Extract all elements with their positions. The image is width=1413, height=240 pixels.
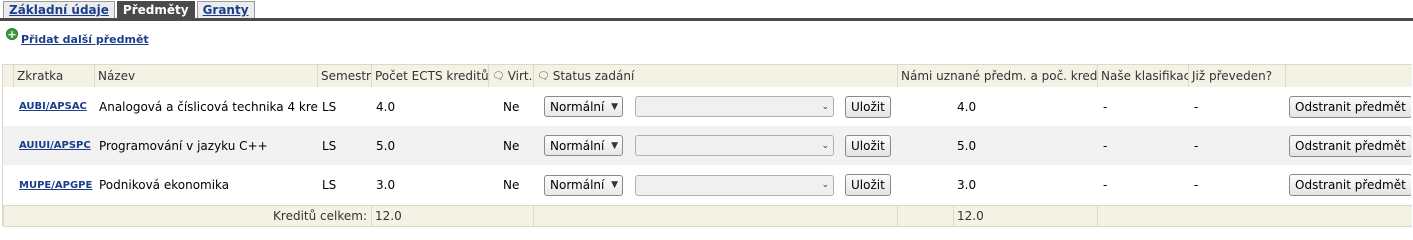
comment-icon: 🗨 [492, 70, 505, 82]
header-preveden: Již převeden? [1188, 65, 1285, 87]
header-klasifikace: Naše klasifikace [1097, 65, 1188, 87]
header-uznane: Námi uznané předm. a poč. kreditů [897, 65, 1097, 87]
chevron-down-icon: ⌄ [821, 140, 829, 151]
footer-recognized-total: 12.0 [953, 206, 1097, 226]
header-nazev: Název [94, 65, 317, 87]
transferred-status: - [1194, 99, 1199, 114]
subject-semester: LS [322, 99, 337, 114]
table-footer: Kreditů celkem: 12.0 12.0 [3, 205, 1412, 227]
status-detail-select[interactable]: ⌄ [635, 174, 834, 196]
chevron-down-icon: ▼ [611, 180, 618, 190]
subject-semester: LS [322, 138, 337, 153]
status-select[interactable]: Normální ▼ [544, 96, 623, 117]
status-select[interactable]: Normální ▼ [544, 135, 623, 156]
transferred-status: - [1194, 178, 1199, 192]
chevron-down-icon: ▼ [611, 101, 618, 112]
save-button[interactable]: Uložit [845, 174, 891, 196]
subject-name: Programování v jazyku C++ [99, 138, 268, 153]
save-button[interactable]: Uložit [845, 134, 891, 157]
tab-underline [0, 18, 1413, 21]
subject-semester: LS [322, 178, 337, 192]
transferred-status: - [1194, 138, 1199, 153]
comment-icon: 🗨 [537, 70, 550, 82]
status-select[interactable]: Normální ▼ [544, 174, 623, 196]
subject-code-link[interactable]: MUPE/APGPE [19, 180, 92, 191]
add-subject-label[interactable]: Přidat další předmět [21, 27, 149, 46]
save-button[interactable]: Uložit [845, 95, 891, 118]
subject-code-link[interactable]: AUIUI/APSPC [19, 140, 91, 151]
add-subject-link[interactable]: + Přidat další předmět [6, 27, 149, 46]
plus-circle-icon: + [6, 28, 18, 41]
remove-subject-button[interactable]: Odstranit předmět [1289, 95, 1411, 118]
tab-bar: Základní údaje Předměty Granty [3, 1, 257, 19]
chevron-down-icon: ▼ [611, 140, 618, 151]
table-row: AUBI/APSAC Analogová a číslicová technik… [3, 87, 1412, 126]
table-row: MUPE/APGPE Podniková ekonomika LS 3.0 Ne… [3, 165, 1412, 205]
tab-zakladni-udaje[interactable]: Základní údaje [3, 1, 115, 18]
tab-granty[interactable]: Granty [196, 1, 255, 18]
subject-virtual: Ne [503, 178, 520, 192]
classification: - [1103, 99, 1108, 114]
tab-predmety[interactable]: Předměty [116, 1, 195, 18]
subject-name: Analogová a číslicová technika 4 kredity [99, 99, 318, 114]
recognized-credits: 5.0 [957, 138, 977, 153]
header-actions [1285, 65, 1412, 87]
subject-virtual: Ne [503, 138, 520, 153]
classification: - [1103, 178, 1108, 192]
chevron-down-icon: ⌄ [821, 101, 829, 112]
status-detail-select[interactable]: ⌄ [635, 96, 834, 117]
subjects-table: Zkratka Název Semestr Počet ECTS kreditů… [2, 64, 1412, 227]
status-detail-select[interactable]: ⌄ [635, 135, 834, 156]
classification: - [1103, 138, 1108, 153]
subject-ects: 3.0 [376, 178, 396, 192]
subject-name: Podniková ekonomika [99, 178, 230, 192]
header-ects: Počet ECTS kreditů [371, 65, 488, 87]
recognized-credits: 3.0 [957, 178, 977, 192]
footer-total-label: Kreditů celkem: [3, 206, 371, 226]
remove-subject-button[interactable]: Odstranit předmět [1289, 134, 1411, 157]
table-header: Zkratka Název Semestr Počet ECTS kreditů… [3, 64, 1412, 88]
subject-ects: 4.0 [376, 99, 396, 114]
table-row: AUIUI/APSPC Programování v jazyku C++ LS… [3, 126, 1412, 165]
header-semestr: Semestr [317, 65, 371, 87]
subject-code-link[interactable]: AUBI/APSAC [19, 101, 87, 112]
recognized-credits: 4.0 [957, 99, 977, 114]
header-status: 🗨 Status zadání [533, 65, 897, 87]
header-zkratka: Zkratka [13, 65, 94, 87]
subject-ects: 5.0 [376, 138, 396, 153]
header-virt: 🗨 Virt. [488, 65, 533, 87]
remove-subject-button[interactable]: Odstranit předmět [1289, 174, 1411, 196]
chevron-down-icon: ⌄ [821, 180, 829, 190]
footer-ects-total: 12.0 [371, 206, 533, 226]
subject-virtual: Ne [503, 99, 520, 114]
